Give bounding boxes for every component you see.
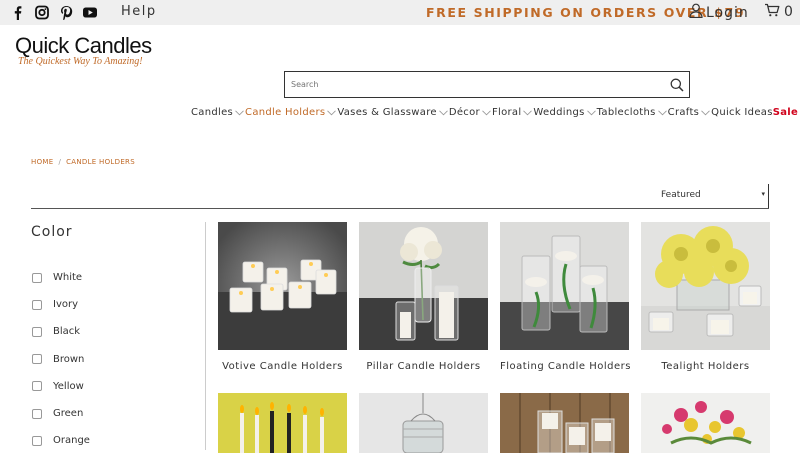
filter-option-white[interactable]: White (32, 264, 90, 291)
filter-label: Yellow (53, 380, 84, 392)
nav-item-candles[interactable]: Candles (191, 107, 245, 118)
checkbox[interactable] (32, 272, 42, 283)
filter-option-brown[interactable]: Brown (32, 346, 90, 373)
chevron-down-icon (701, 109, 710, 115)
product-image[interactable] (218, 393, 347, 453)
top-bar: Help FREE SHIPPING ON ORDERS OVER $79 Lo… (0, 0, 800, 25)
breadcrumb: HOME / CANDLE HOLDERS (31, 158, 135, 166)
filter-option-ivory[interactable]: Ivory (32, 291, 90, 318)
product-card[interactable] (359, 393, 488, 453)
product-card[interactable]: Votive Candle Holders (218, 222, 347, 372)
checkbox[interactable] (32, 354, 42, 365)
filter-label: Orange (53, 435, 90, 447)
nav-item-decor[interactable]: Décor (449, 107, 492, 118)
product-card[interactable]: Tealight Holders (641, 222, 770, 372)
nav-label: Floral (491, 107, 522, 118)
search-input[interactable] (285, 72, 655, 97)
product-image[interactable] (641, 222, 770, 350)
user-icon (689, 3, 703, 22)
logo-tagline: The Quickest Way To Amazing! (18, 56, 143, 67)
chevron-down-icon (586, 109, 596, 115)
nav-item-floral[interactable]: Floral (492, 107, 533, 118)
help-link[interactable]: Help (121, 4, 157, 19)
nav-label: Tablecloths (596, 107, 656, 118)
instagram-icon[interactable] (34, 5, 50, 20)
nav-label: Candle Holders (245, 107, 326, 118)
product-card[interactable] (500, 393, 629, 453)
product-card[interactable] (641, 393, 770, 453)
nav-item-vases-glassware[interactable]: Vases & Glassware (337, 107, 448, 118)
nav-item-quick-ideas[interactable]: Quick Ideas (711, 107, 773, 118)
sort-value: Featured (661, 190, 701, 200)
cart-icon (764, 3, 780, 21)
chevron-down-icon (523, 109, 533, 115)
nav-label: Weddings (533, 107, 585, 118)
product-image[interactable] (218, 222, 347, 350)
pinterest-icon[interactable] (58, 5, 74, 21)
color-filter-list: White Ivory Black Brown Yellow Green Ora… (32, 264, 90, 454)
product-name[interactable]: Floating Candle Holders (500, 361, 630, 372)
chevron-down-icon (327, 109, 337, 115)
breadcrumb-home[interactable]: HOME (31, 158, 53, 166)
nav-label: Décor (448, 107, 480, 118)
facebook-icon[interactable] (10, 5, 26, 20)
nav-item-tablecloths[interactable]: Tablecloths (597, 107, 668, 118)
login-link[interactable]: Login (689, 3, 749, 22)
filter-option-black[interactable]: Black (32, 318, 90, 345)
chevron-down-icon (657, 109, 667, 115)
nav-label: Sale (772, 107, 799, 118)
filter-title: Color (31, 224, 73, 240)
product-name[interactable]: Tealight Holders (641, 361, 770, 372)
product-card[interactable]: Pillar Candle Holders (359, 222, 488, 372)
filter-option-yellow[interactable]: Yellow (32, 373, 90, 400)
filter-label: Brown (53, 353, 85, 365)
main-nav: Candles Candle Holders Vases & Glassware… (191, 107, 798, 118)
checkbox[interactable] (32, 435, 42, 446)
divider (31, 208, 769, 209)
search-bar (284, 71, 690, 98)
breadcrumb-separator: / (58, 158, 62, 166)
checkbox[interactable] (32, 408, 42, 419)
nav-label: Crafts (667, 107, 700, 118)
product-name[interactable]: Pillar Candle Holders (359, 361, 488, 372)
product-name[interactable]: Votive Candle Holders (218, 361, 347, 372)
checkbox[interactable] (32, 381, 42, 392)
product-image[interactable] (641, 393, 770, 453)
youtube-icon[interactable] (82, 5, 98, 20)
product-image[interactable] (359, 222, 488, 350)
product-image[interactable] (500, 222, 629, 350)
chevron-down-icon (482, 109, 491, 115)
chevron-down-icon (439, 109, 448, 115)
login-label: Login (706, 4, 749, 21)
nav-item-sale[interactable]: Sale (773, 107, 798, 118)
nav-item-candle-holders[interactable]: Candle Holders (245, 107, 337, 118)
product-image[interactable] (359, 393, 488, 453)
chevron-down-icon (235, 109, 244, 115)
filter-label: Black (53, 326, 81, 338)
site-logo[interactable]: Quick Candles The Quickest Way To Amazin… (15, 33, 152, 68)
product-image[interactable] (500, 393, 629, 453)
nav-item-crafts[interactable]: Crafts (668, 107, 712, 118)
social-links (10, 5, 98, 21)
sort-select[interactable]: Featured ▾ (655, 184, 769, 208)
checkbox[interactable] (32, 299, 42, 310)
logo-name: Quick Candles (15, 33, 152, 58)
product-card[interactable] (218, 393, 347, 453)
checkbox[interactable] (32, 326, 42, 337)
cart-link[interactable]: 0 (764, 3, 793, 21)
product-card[interactable]: Floating Candle Holders (500, 222, 630, 372)
filter-option-green[interactable]: Green (32, 400, 90, 427)
cart-count: 0 (784, 4, 793, 20)
filter-label: White (53, 272, 83, 284)
filter-label: Ivory (53, 299, 79, 311)
select-arrow-icon: ▾ (761, 190, 765, 198)
search-icon[interactable] (670, 77, 684, 96)
breadcrumb-current[interactable]: CANDLE HOLDERS (66, 158, 135, 166)
sidebar-divider (205, 222, 206, 450)
filter-label: Green (53, 408, 84, 420)
nav-label: Vases & Glassware (337, 107, 437, 118)
nav-label: Candles (191, 107, 234, 118)
nav-label: Quick Ideas (711, 107, 773, 118)
nav-item-weddings[interactable]: Weddings (533, 107, 596, 118)
